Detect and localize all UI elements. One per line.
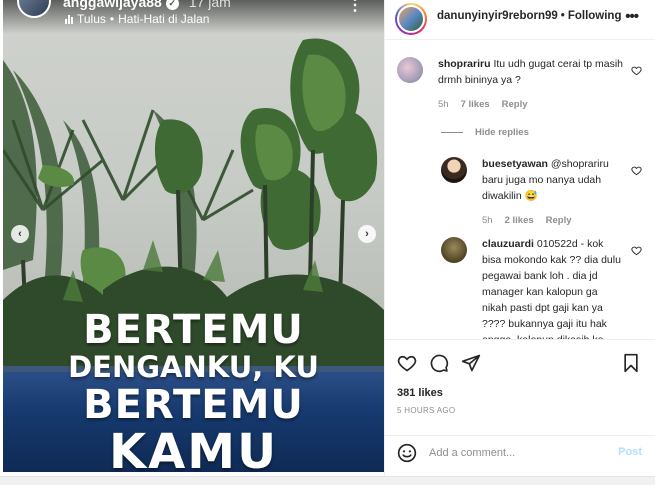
story-music[interactable]: Tulus • Hati-Hati di Jalan [65, 12, 209, 26]
add-comment-input[interactable] [429, 444, 609, 462]
comment-reply-button[interactable]: Reply [502, 99, 528, 110]
replies-divider-line [441, 132, 463, 133]
next-arrow-icon[interactable]: › [358, 225, 376, 243]
verified-badge-icon: ✓ [165, 0, 179, 10]
header-separator: • [560, 10, 565, 22]
following-button[interactable]: Following [568, 10, 622, 22]
reply-item: buesetyawan @shoprariru baru juga mo nan… [385, 151, 655, 231]
story-username[interactable]: anggawijaya88 ✓ [63, 0, 179, 10]
comment-text: clauzuardi 010522d - kok bisa mokondo ka… [482, 236, 624, 339]
music-bars-icon [65, 14, 73, 24]
comment-icon[interactable] [429, 353, 449, 373]
comment-time: 5h [482, 215, 493, 226]
overlay-line-4: KAMU [108, 424, 279, 472]
comment-likes[interactable]: 2 likes [505, 215, 534, 226]
smiley-icon[interactable] [397, 443, 417, 463]
hide-replies-button[interactable]: Hide replies [441, 127, 529, 138]
comment-username[interactable]: shoprariru [438, 58, 491, 70]
comment-likes[interactable]: 7 likes [461, 99, 490, 110]
commenter-avatar[interactable] [397, 57, 423, 83]
comment-reply-button[interactable]: Reply [546, 215, 572, 226]
overlay-line-3: BERTEMU [83, 382, 304, 428]
comment-text: buesetyawan @shoprariru baru juga mo nan… [482, 156, 624, 204]
comment-item: shoprariru Itu udh gugat cerai tp masih … [385, 41, 655, 121]
music-artist: Tulus [77, 12, 106, 26]
music-title: Hati-Hati di Jalan [118, 12, 210, 26]
horizontal-scrollbar[interactable] [0, 476, 655, 485]
post-timestamp: 5 HOURS AGO [397, 406, 456, 415]
story-avatar[interactable] [17, 0, 51, 18]
hide-replies-label[interactable]: Hide replies [475, 127, 529, 138]
post-actions: 381 likes 5 HOURS AGO [385, 339, 655, 435]
comment-meta: 5h 7 likes Reply [438, 99, 528, 110]
post-comment-button[interactable]: Post [618, 446, 642, 458]
add-comment-bar: Post [385, 435, 655, 471]
previous-arrow-icon[interactable]: ‹ [11, 225, 29, 243]
post-side-panel: danunyinyir9reborn99 • Following ••• shopr… [384, 0, 655, 476]
overlay-line-2: DENGANKU, KU [68, 350, 319, 384]
comment-time: 5h [438, 99, 449, 110]
story-more-dots-icon[interactable]: ⋮ [347, 0, 363, 14]
comment-meta: 5h 2 likes Reply [482, 215, 572, 226]
overlay-line-1: BERTEMU [83, 307, 304, 353]
likes-count[interactable]: 381 likes [397, 387, 443, 399]
comments-list[interactable]: shoprariru Itu udh gugat cerai tp masih … [385, 41, 655, 339]
post-modal: anggawijaya88 ✓ 17 jam Tulus • Hati-Hati … [0, 0, 655, 476]
author-line: danunyinyir9reborn99 • Following [437, 10, 621, 22]
commenter-avatar[interactable] [441, 157, 467, 183]
heart-icon[interactable] [397, 353, 417, 373]
comment-username[interactable]: clauzuardi [482, 238, 534, 250]
story-time: 17 jam [188, 0, 231, 10]
music-separator: • [109, 12, 115, 26]
more-dots-icon[interactable]: ••• [625, 8, 639, 25]
comment-text: shoprariru Itu udh gugat cerai tp masih … [438, 56, 628, 88]
comment-like-heart-icon[interactable] [631, 165, 642, 176]
comment-like-heart-icon[interactable] [631, 245, 642, 256]
comment-username[interactable]: buesetyawan [482, 158, 548, 170]
post-media[interactable]: anggawijaya88 ✓ 17 jam Tulus • Hati-Hati … [3, 0, 384, 472]
comment-like-heart-icon[interactable] [631, 65, 642, 76]
paper-plane-icon[interactable] [461, 353, 481, 373]
commenter-avatar[interactable] [441, 237, 467, 263]
post-header: danunyinyir9reborn99 • Following ••• [385, 0, 655, 40]
comment-body: 010522d - kok bisa mokondo kak ?? dia du… [482, 238, 621, 339]
story-username-text[interactable]: anggawijaya88 [63, 0, 162, 10]
bookmark-icon[interactable] [621, 353, 641, 373]
author-username[interactable]: danunyinyir9reborn99 [437, 10, 558, 22]
author-avatar[interactable] [395, 3, 427, 35]
reply-item: clauzuardi 010522d - kok bisa mokondo ka… [385, 233, 655, 339]
